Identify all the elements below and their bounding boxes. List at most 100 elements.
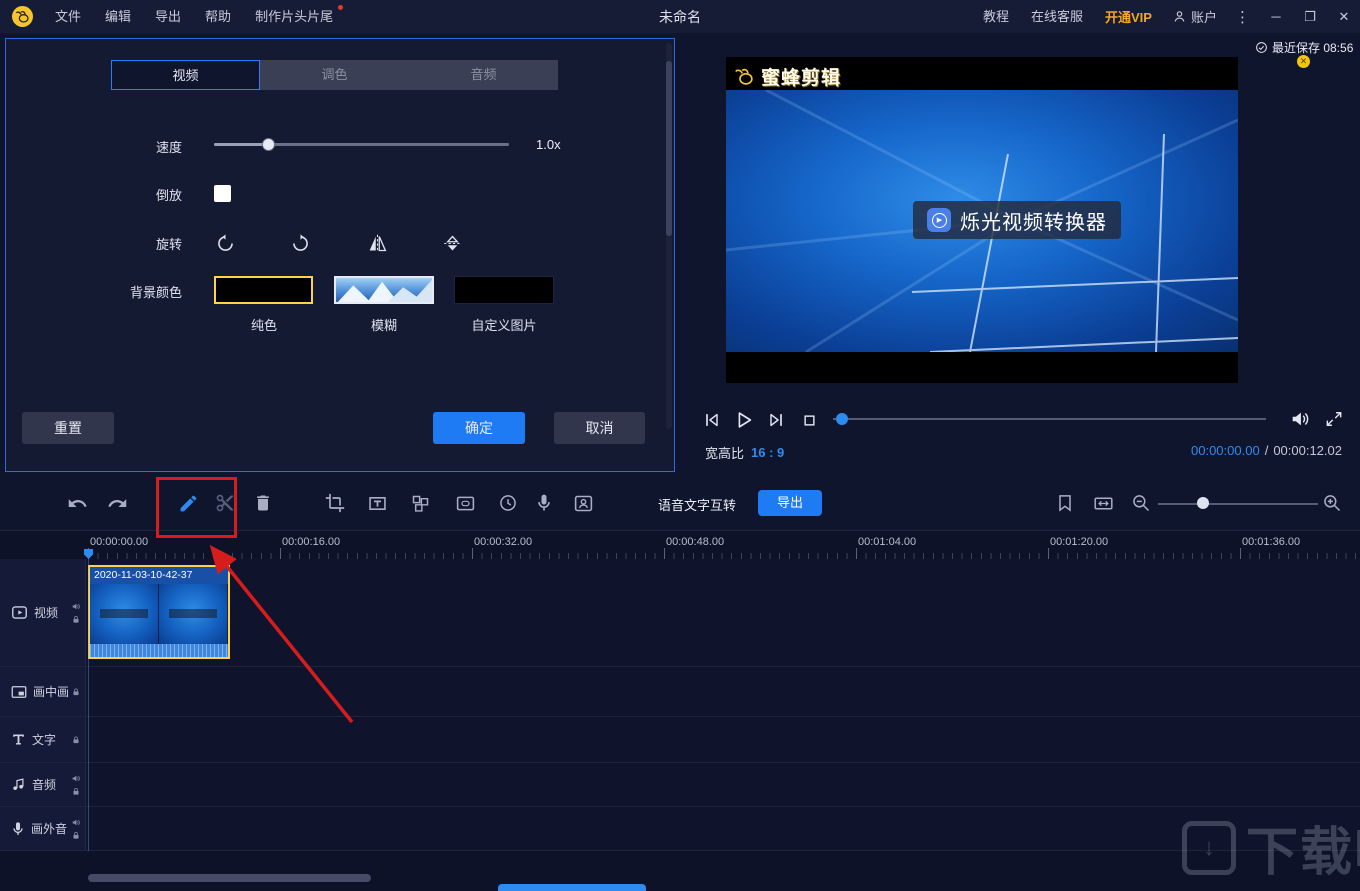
duration-button[interactable] [495, 490, 521, 516]
panel-scrollbar[interactable] [666, 43, 672, 429]
timeline-horizontal-scrollbar[interactable] [88, 874, 371, 882]
zoom-out-button[interactable] [1128, 490, 1154, 516]
track-header-pip[interactable]: 画中画 [0, 667, 86, 716]
video-clip[interactable]: 2020-11-03-10-42-37 [88, 565, 230, 659]
zoom-in-button[interactable] [1319, 490, 1345, 516]
tab-video[interactable]: 视频 [111, 60, 260, 90]
fit-timeline-button[interactable] [1090, 490, 1116, 516]
timeline-zoom-slider[interactable] [1158, 503, 1318, 505]
flip-horizontal-button[interactable] [364, 230, 390, 256]
bg-custom-image-swatch[interactable] [454, 276, 554, 304]
confirm-button[interactable]: 确定 [433, 412, 525, 444]
pip-track-lane[interactable] [86, 667, 1360, 716]
export-button[interactable]: 导出 [758, 490, 822, 516]
seek-handle[interactable] [836, 413, 848, 425]
delete-button[interactable] [250, 490, 276, 516]
redo-button[interactable] [104, 490, 130, 516]
edit-properties-panel: 视频 调色 音频 速度 1.0x 倒放 旋转 背景颜色 纯色 模糊 自定义图片 … [5, 38, 675, 472]
voiceover-track-lane[interactable] [86, 807, 1360, 850]
track-mute-button[interactable] [71, 817, 81, 827]
aspect-ratio-value[interactable]: 16 : 9 [751, 445, 784, 460]
track-header-video[interactable]: 视频 [0, 559, 86, 666]
bee-icon [734, 66, 756, 88]
video-preview: 蜜蜂剪辑 ▶ 烁光视频转换器 [726, 57, 1238, 383]
saved-close-badge[interactable]: ✕ [1297, 55, 1310, 68]
cancel-button[interactable]: 取消 [554, 412, 645, 444]
previous-frame-button[interactable] [700, 408, 724, 432]
track-mute-button[interactable] [71, 601, 81, 611]
tutorial-link[interactable]: 教程 [973, 0, 1019, 33]
track-text: 文字 [0, 717, 1360, 763]
ruler-label: 00:00:16.00 [282, 536, 341, 548]
flip-vertical-button[interactable] [439, 230, 465, 256]
track-lock-button[interactable] [71, 614, 81, 624]
close-button[interactable]: ✕ [1328, 0, 1360, 33]
crop-button[interactable] [322, 490, 348, 516]
video-track-lane[interactable]: 2020-11-03-10-42-37 [86, 559, 1360, 666]
track-lock-button[interactable] [71, 735, 81, 745]
reverse-checkbox[interactable] [214, 185, 231, 202]
next-frame-button[interactable] [764, 408, 788, 432]
ruler-major-ticks [88, 548, 1360, 559]
track-header-text[interactable]: 文字 [0, 717, 86, 762]
voiceover-track-icon [10, 821, 26, 837]
fullscreen-button[interactable] [1322, 407, 1346, 431]
clip-audio-bar [90, 644, 228, 657]
tab-audio[interactable]: 音频 [409, 60, 558, 90]
voice-text-convert-button[interactable]: 语音文字互转 [658, 495, 736, 514]
speed-slider-handle[interactable] [262, 138, 275, 151]
menu-help[interactable]: 帮助 [193, 0, 243, 33]
aspect-ratio-row: 宽高比 16 : 9 [705, 443, 784, 462]
rotate-left-button[interactable] [212, 230, 238, 256]
text-track-lane[interactable] [86, 717, 1360, 762]
bg-option-solid-label: 纯色 [250, 318, 277, 333]
ruler-label: 00:00:48.00 [666, 536, 725, 548]
menu-edit[interactable]: 编辑 [93, 0, 143, 33]
timeline-zoom-handle[interactable] [1197, 497, 1209, 509]
menu-intro-outro[interactable]: 制作片头片尾 [243, 0, 345, 33]
tab-color[interactable]: 调色 [260, 60, 409, 90]
clip-thumbnails [90, 584, 228, 644]
more-menu-button[interactable]: ⋮ [1227, 8, 1258, 26]
account-button[interactable]: 账户 [1164, 7, 1225, 26]
undo-button[interactable] [64, 490, 90, 516]
track-voiceover: 画外音 [0, 807, 1360, 851]
portrait-cutout-button[interactable] [570, 490, 596, 516]
rotate-right-button[interactable] [287, 230, 313, 256]
support-link[interactable]: 在线客服 [1021, 0, 1093, 33]
seek-bar[interactable] [833, 418, 1266, 420]
add-text-button[interactable] [364, 490, 390, 516]
record-voiceover-button[interactable] [531, 490, 557, 516]
menu-export[interactable]: 导出 [143, 0, 193, 33]
ruler-label: 00:01:36.00 [1242, 536, 1301, 548]
bg-solid-color-swatch[interactable] [214, 276, 313, 304]
playhead-line [88, 559, 89, 851]
menu-file[interactable]: 文件 [43, 0, 93, 33]
track-lock-button[interactable] [71, 687, 81, 697]
audio-track-lane[interactable] [86, 763, 1360, 806]
vip-button[interactable]: 开通VIP [1095, 7, 1162, 26]
bottom-blue-strip [498, 884, 646, 891]
mask-button[interactable] [452, 490, 478, 516]
reverse-label: 倒放 [155, 188, 182, 203]
volume-button[interactable] [1288, 407, 1312, 431]
reset-button[interactable]: 重置 [22, 412, 114, 444]
ruler-label: 00:01:04.00 [858, 536, 917, 548]
maximize-button[interactable]: ❐ [1294, 0, 1326, 33]
track-lock-button[interactable] [71, 786, 81, 796]
track-header-audio[interactable]: 音频 [0, 763, 86, 806]
bg-blur-thumbnail[interactable] [334, 276, 434, 304]
clip-thumbnail [90, 584, 159, 644]
track-lock-button[interactable] [71, 830, 81, 840]
stop-button[interactable] [797, 408, 821, 432]
track-header-voiceover[interactable]: 画外音 [0, 807, 86, 850]
minimize-button[interactable]: ─ [1260, 0, 1292, 33]
play-button[interactable] [732, 408, 756, 432]
track-mute-button[interactable] [71, 773, 81, 783]
bg-option-custom-label: 自定义图片 [471, 318, 537, 333]
marker-button[interactable] [1052, 490, 1078, 516]
timecode-display: 00:00:00.00 / 00:00:12.02 [1191, 443, 1342, 458]
mosaic-button[interactable] [407, 490, 433, 516]
panel-scrollbar-thumb[interactable] [666, 61, 672, 236]
speed-slider[interactable] [214, 138, 509, 151]
